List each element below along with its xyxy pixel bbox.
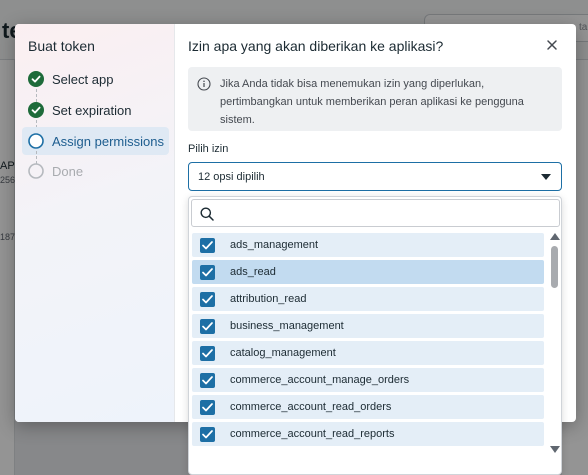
info-text: Jika Anda tidak bisa menemukan izin yang… [220,78,524,126]
check-circle-icon [28,102,44,118]
step-label: Assign permissions [52,133,164,149]
permission-option-attribution-read[interactable]: attribution_read [192,287,544,311]
checkmark-icon [202,321,213,330]
option-label: ads_management [230,239,319,251]
checkbox[interactable] [200,345,215,361]
permission-dropdown: ads_management ads_read attribution_read… [188,196,562,475]
checkbox[interactable] [200,237,215,253]
step-set-expiration: Set expiration [22,96,169,124]
checkmark-icon [202,348,213,357]
step-assign-permissions: Assign permissions [22,127,169,155]
close-icon[interactable] [544,37,560,53]
permission-option-ads-management[interactable]: ads_management [192,233,544,257]
search-icon [200,207,214,221]
permission-search-input[interactable] [222,204,552,224]
step-label: Done [52,163,84,179]
checkmark-icon [202,429,213,438]
option-label: commerce_account_read_reports [230,428,395,440]
checkbox[interactable] [200,264,215,280]
stepper-title: Buat token [28,38,95,54]
checkbox[interactable] [200,399,215,415]
option-label: catalog_management [230,347,336,359]
scroll-up-arrow-icon[interactable] [550,233,560,240]
permission-option-commerce-account-manage-orders[interactable]: commerce_account_manage_orders [192,368,544,392]
checkmark-icon [202,402,213,411]
option-label: commerce_account_read_orders [230,401,392,413]
checkmark-icon [202,267,213,276]
checkbox[interactable] [200,318,215,334]
stepper-panel: Buat token Select app Set expiration Ass… [15,24,175,422]
option-label: ads_read [230,266,276,278]
option-label: attribution_read [230,293,307,305]
scrollbar-thumb[interactable] [551,246,558,288]
info-icon [197,77,211,91]
checkmark-icon [202,294,213,303]
dialog-title: Izin apa yang akan diberikan ke aplikasi… [188,38,444,54]
checkbox[interactable] [200,426,215,442]
permission-option-ads-read[interactable]: ads_read [192,260,544,284]
check-circle-icon [28,71,44,87]
checkmark-icon [202,375,213,384]
step-select-app: Select app [22,65,169,93]
step-done: Done [22,157,169,185]
checkbox[interactable] [200,372,215,388]
select-value: 12 opsi dipilih [198,171,265,183]
checkbox[interactable] [200,291,215,307]
step-label: Set expiration [52,102,132,118]
permission-option-commerce-account-read-orders[interactable]: commerce_account_read_orders [192,395,544,419]
option-label: business_management [230,320,344,332]
permission-select[interactable]: 12 opsi dipilih [188,162,562,191]
permission-option-catalog-management[interactable]: catalog_management [192,341,544,365]
dropdown-scrollbar[interactable] [549,231,561,474]
checkmark-icon [202,240,213,249]
caret-down-icon [541,174,551,180]
pending-step-circle-icon [28,163,44,179]
scroll-down-arrow-icon[interactable] [550,446,560,453]
dropdown-search-box [191,199,560,227]
info-banner: Jika Anda tidak bisa menemukan izin yang… [188,67,562,131]
permission-option-business-management[interactable]: business_management [192,314,544,338]
option-label: commerce_account_manage_orders [230,374,410,386]
permission-field-label: Pilih izin [188,143,229,155]
permission-options-list: ads_management ads_read attribution_read… [189,231,549,474]
permission-option-commerce-account-read-reports[interactable]: commerce_account_read_reports [192,422,544,446]
current-step-circle-icon [28,133,44,149]
step-label: Select app [52,71,114,87]
